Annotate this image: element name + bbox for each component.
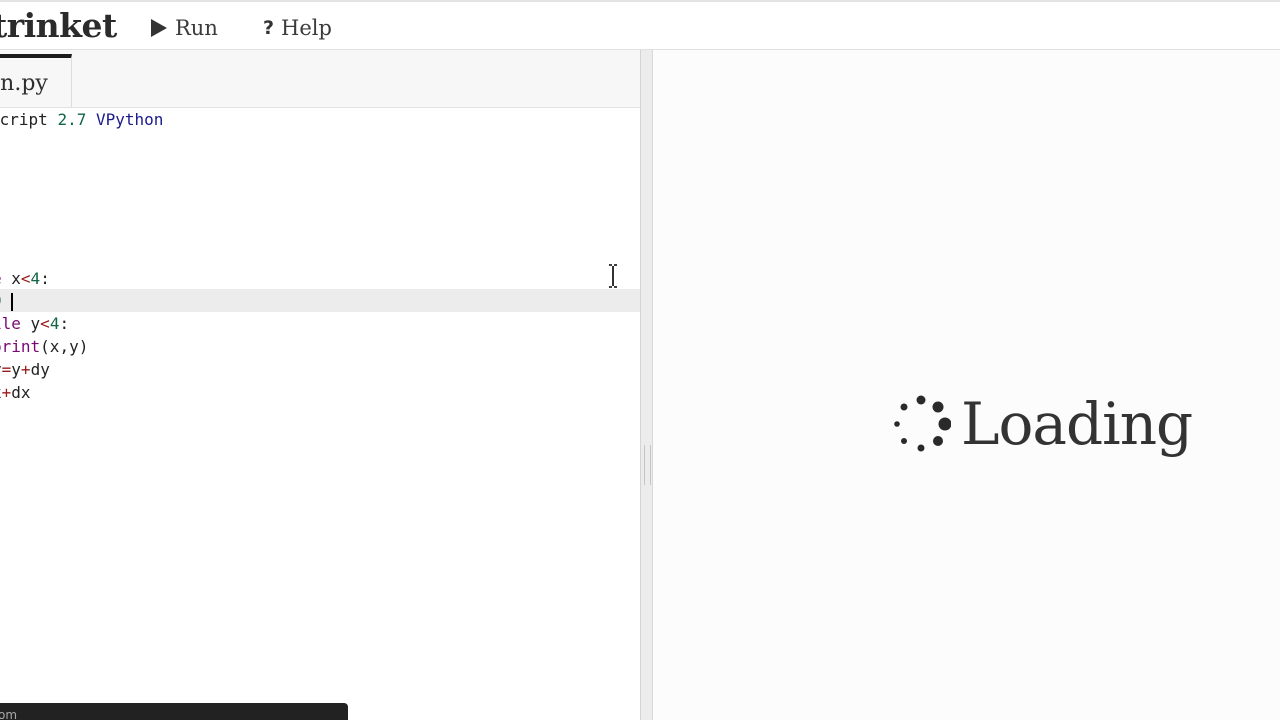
code-token: print xyxy=(0,337,41,356)
question-mark-icon: ? xyxy=(263,17,275,39)
code-token: 4 xyxy=(49,314,60,333)
code-token: < xyxy=(20,269,31,288)
code-token: 2.7 xyxy=(57,110,87,129)
code-token: + xyxy=(20,360,31,379)
code-token: y xyxy=(20,314,41,333)
code-token: dy xyxy=(30,360,50,379)
code-token: 4 xyxy=(30,269,41,288)
code-token: < xyxy=(40,314,50,333)
code-line[interactable]: Script 2.7 VPython xyxy=(0,108,640,131)
help-button[interactable]: ? Help xyxy=(263,14,332,42)
brand-logo[interactable]: trinket xyxy=(0,6,117,45)
loading-text: Loading xyxy=(961,390,1193,458)
text-cursor xyxy=(10,292,13,311)
code-token: ile xyxy=(0,314,21,333)
help-button-label: Help xyxy=(281,16,332,40)
code-token: : xyxy=(40,269,50,288)
loading-indicator: Loading xyxy=(891,390,1193,458)
code-line[interactable]: print(x,y) xyxy=(0,335,640,358)
code-token: + xyxy=(1,383,12,402)
output-panel: Loading xyxy=(653,50,1280,720)
code-editor-panel: ain.py Script 2.7 VPython e x<4: 0 ile y… xyxy=(0,50,640,720)
code-line[interactable]: e x<4: xyxy=(0,267,640,290)
code-token: VPython xyxy=(86,110,164,129)
status-tooltip: om xyxy=(0,703,348,722)
code-token: : xyxy=(59,314,70,333)
run-button[interactable]: Run xyxy=(150,14,218,42)
code-token: x xyxy=(1,269,21,288)
code-line[interactable]: ile y<4: xyxy=(0,312,640,335)
code-line-active[interactable]: 0 xyxy=(0,289,640,312)
code-token: y xyxy=(11,360,21,379)
file-tab-label: ain.py xyxy=(0,71,48,96)
i-beam-cursor-icon xyxy=(608,264,618,292)
code-line[interactable]: y=y+dy xyxy=(0,358,640,381)
spinner-icon xyxy=(894,395,951,452)
run-button-label: Run xyxy=(175,16,218,40)
code-token: 0 xyxy=(0,291,2,310)
code-token: = xyxy=(1,360,12,379)
file-tab-bar: ain.py xyxy=(0,50,640,108)
top-toolbar: trinket Run ? Help xyxy=(0,0,1280,50)
code-line[interactable]: x+dx xyxy=(0,381,640,404)
code-token: (x,y) xyxy=(40,337,89,356)
file-tab-main[interactable]: ain.py xyxy=(0,54,72,107)
code-token: Script xyxy=(0,110,48,129)
pane-resize-handle[interactable] xyxy=(640,50,653,720)
grip-icon xyxy=(644,445,651,485)
code-area[interactable]: Script 2.7 VPython e x<4: 0 ile y<4: pri… xyxy=(0,107,640,720)
code-token: dx xyxy=(11,383,31,402)
play-icon xyxy=(150,18,168,38)
